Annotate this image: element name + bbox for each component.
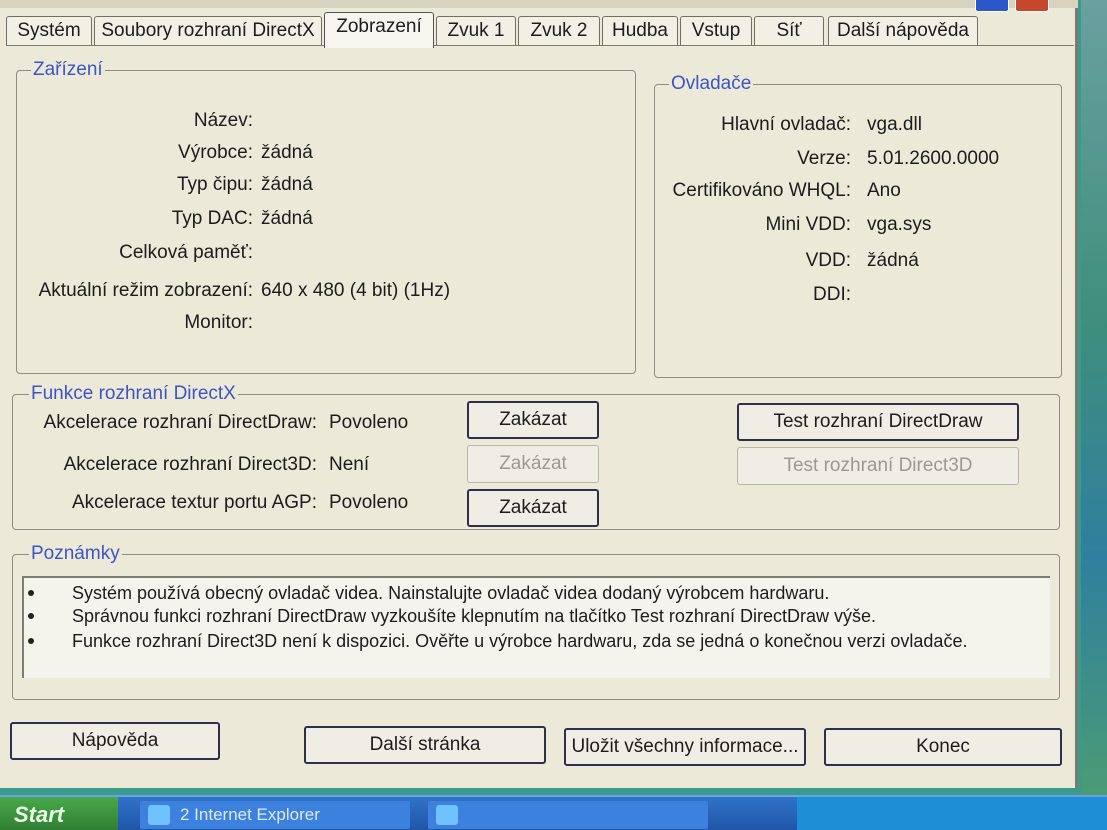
directdraw-row: Akcelerace rozhraní DirectDraw: Povoleno — [13, 411, 473, 435]
directx-features-title: Funkce rozhraní DirectX — [29, 383, 238, 405]
internet-explorer-icon — [148, 805, 170, 825]
driver-value: Ano — [867, 180, 901, 201]
feature-value: Povoleno — [329, 412, 409, 433]
device-label: Monitor: — [184, 312, 253, 333]
driver-value: žádná — [867, 250, 919, 271]
system-tray — [797, 797, 1107, 830]
device-row-monitor: Monitor: — [17, 311, 637, 335]
driver-label: VDD: — [805, 250, 851, 271]
test-directdraw-button[interactable]: Test rozhraní DirectDraw — [737, 403, 1019, 441]
tab-network[interactable]: Síť — [754, 16, 824, 46]
device-value: 640 x 480 (4 bit) (1Hz) — [261, 280, 451, 301]
close-button[interactable] — [1015, 0, 1049, 12]
device-row-dac: Typ DAC: žádná — [17, 207, 637, 231]
disable-directdraw-button[interactable]: Zakázat — [467, 401, 599, 439]
tab-display[interactable]: Zobrazení — [324, 12, 434, 48]
device-group-title: Zařízení — [31, 59, 105, 81]
drivers-group: Ovladače Hlavní ovladač: vga.dll Verze: … — [654, 73, 1063, 378]
driver-row-whql: Certifikováno WHQL: Ano — [655, 179, 1063, 203]
device-label: Typ DAC: — [171, 208, 253, 229]
feature-label: Akcelerace rozhraní Direct3D: — [63, 454, 317, 475]
directx-diagnostic-dialog: Systém Soubory rozhraní DirectX Zobrazen… — [0, 0, 1078, 788]
minimize-button[interactable] — [975, 0, 1009, 12]
tab-sound-2[interactable]: Zvuk 2 — [518, 16, 600, 46]
driver-label: Verze: — [797, 148, 851, 169]
driver-value: vga.sys — [867, 214, 932, 235]
device-label: Název: — [193, 110, 253, 131]
device-label: Výrobce: — [178, 142, 253, 163]
driver-row-mini-vdd: Mini VDD: vga.sys — [655, 213, 1063, 237]
feature-label: Akcelerace textur portu AGP: — [71, 492, 317, 513]
feature-value: Povoleno — [329, 492, 409, 513]
device-label: Celková paměť: — [119, 242, 253, 263]
next-page-button[interactable]: Další stránka — [304, 726, 546, 764]
tab-directx-files[interactable]: Soubory rozhraní DirectX — [94, 16, 322, 46]
driver-label: DDI: — [813, 284, 851, 305]
driver-row-ddi: DDI: — [655, 283, 1063, 307]
device-label: Typ čipu: — [176, 174, 253, 195]
device-value: žádná — [261, 174, 313, 195]
tab-input[interactable]: Vstup — [680, 16, 752, 46]
feature-label: Akcelerace rozhraní DirectDraw: — [43, 412, 317, 433]
desktop-background-edge — [1081, 0, 1107, 795]
agp-row: Akcelerace textur portu AGP: Povoleno — [13, 491, 473, 515]
tab-system[interactable]: Systém — [6, 16, 92, 46]
window-controls — [975, 0, 1049, 12]
device-row-chip: Typ čipu: žádná — [17, 173, 637, 197]
exit-button[interactable]: Konec — [824, 728, 1062, 766]
directx-features-group: Funkce rozhraní DirectX Akcelerace rozhr… — [12, 383, 1060, 530]
direct3d-row: Akcelerace rozhraní Direct3D: Není — [13, 453, 473, 477]
help-button[interactable]: Nápověda — [10, 722, 220, 760]
tab-baseline — [6, 45, 1074, 46]
device-row-manufacturer: Výrobce: žádná — [17, 141, 637, 165]
tab-music[interactable]: Hudba — [602, 16, 678, 46]
driver-row-main: Hlavní ovladač: vga.dll — [655, 113, 1063, 137]
save-all-info-button[interactable]: Uložit všechny informace... — [564, 728, 806, 766]
drivers-group-title: Ovladače — [669, 73, 754, 95]
taskbar-item[interactable] — [428, 801, 708, 829]
window-icon — [436, 805, 458, 825]
device-row-display-mode: Aktuální režim zobrazení: 640 x 480 (4 b… — [17, 279, 637, 303]
bullet-icon — [28, 590, 34, 596]
bullet-icon — [28, 613, 34, 619]
start-button[interactable]: Start — [0, 797, 118, 830]
test-direct3d-button[interactable]: Test rozhraní Direct3D — [737, 447, 1019, 485]
device-row-memory: Celková paměť: — [17, 241, 637, 265]
device-label: Aktuální režim zobrazení: — [38, 280, 253, 301]
disable-agp-button[interactable]: Zakázat — [467, 489, 599, 527]
driver-value: vga.dll — [867, 114, 922, 135]
driver-label: Certifikováno WHQL: — [672, 180, 851, 201]
tab-sound-1[interactable]: Zvuk 1 — [436, 16, 516, 46]
device-group: Zařízení Název: Výrobce: žádná Typ čipu:… — [16, 59, 637, 374]
bullet-icon — [28, 638, 34, 644]
driver-label: Hlavní ovladač: — [721, 114, 851, 135]
driver-row-vdd: VDD: žádná — [655, 249, 1063, 273]
tab-strip: Systém Soubory rozhraní DirectX Zobrazen… — [6, 12, 1074, 48]
device-row-name: Název: — [17, 109, 637, 133]
taskbar-item-internet-explorer[interactable]: 2 Internet Explorer — [140, 801, 410, 829]
feature-value: Není — [329, 454, 370, 475]
device-value: žádná — [261, 142, 313, 163]
tab-more-help[interactable]: Další nápověda — [828, 16, 978, 46]
driver-row-version: Verze: 5.01.2600.0000 — [655, 147, 1063, 171]
notes-list[interactable]: Systém používá obecný ovladač videa. Nai… — [22, 576, 1050, 678]
title-bar-edge — [0, 0, 1078, 8]
disable-direct3d-button[interactable]: Zakázat — [467, 445, 599, 483]
notes-title: Poznámky — [29, 543, 122, 565]
driver-label: Mini VDD: — [765, 214, 851, 235]
driver-value: 5.01.2600.0000 — [867, 148, 1000, 169]
taskbar: Start 2 Internet Explorer — [0, 795, 1107, 830]
device-value: žádná — [261, 208, 313, 229]
